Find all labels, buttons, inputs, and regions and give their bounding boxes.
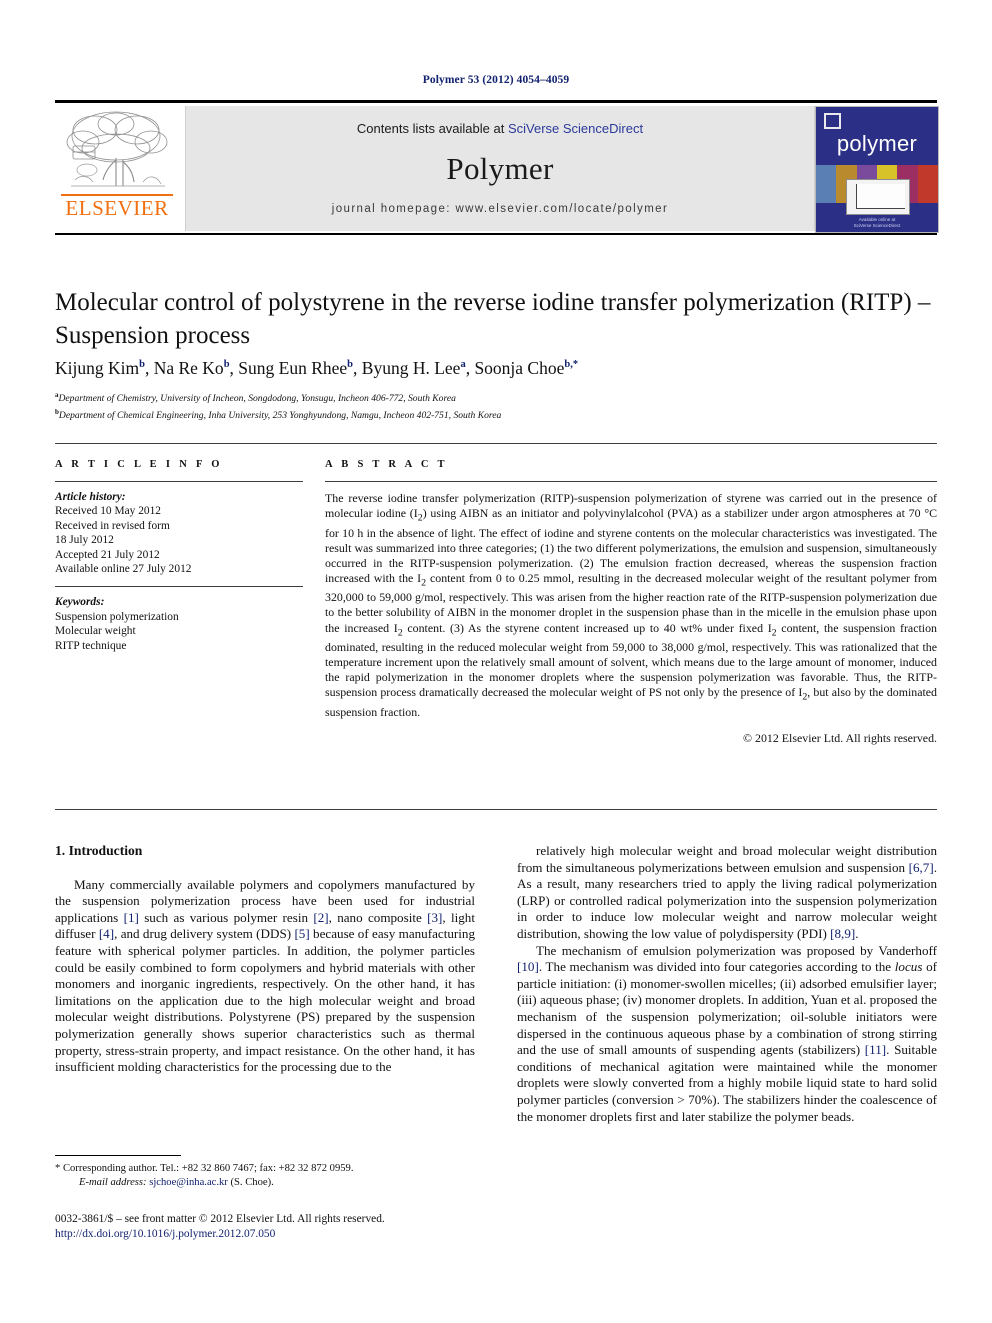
history-item: Accepted 21 July 2012	[55, 548, 160, 561]
journal-cover-image: polymer Available online at SciVerse Sci…	[815, 106, 939, 233]
author-name: Na Re Ko	[153, 358, 224, 378]
page-title: Molecular control of polystyrene in the …	[55, 289, 931, 349]
footnote-line-email: E-mail address: sjchoe@inha.ac.kr (S. Ch…	[55, 1176, 475, 1190]
abstract-text: The reverse iodine transfer polymerizati…	[325, 491, 938, 719]
journal-title: Polymer	[446, 151, 554, 186]
history-item: Received in revised form	[55, 519, 170, 532]
email-label: E-mail address:	[79, 1176, 147, 1188]
intro-paragraph-right-2: The mechanism of emulsion polymerization…	[517, 942, 938, 1124]
cover-footer-text: Available online at SciVerse ScienceDire…	[816, 217, 938, 229]
author-name: Kijung Kim	[55, 358, 140, 378]
paper-page: Polymer 53 (2012) 4054–4059 ELSEVIER Con…	[0, 0, 992, 1323]
corresponding-author-footnote: * Corresponding author. Tel.: +82 32 860…	[55, 1162, 475, 1189]
cover-footer-line2: SciVerse ScienceDirect	[853, 223, 901, 228]
cover-footer-line1: Available online at	[858, 217, 896, 222]
article-info-heading: A R T I C L E I N F O	[55, 459, 223, 470]
introduction-right-column: relatively high molecular weight and bro…	[517, 843, 937, 1125]
author-list: Kijung Kimb, Na Re Kob, Sung Eun Rheeb, …	[55, 358, 579, 378]
section-heading-introduction: 1. Introduction	[55, 843, 143, 858]
intro-paragraph-left: Many commercially available polymers and…	[55, 876, 475, 1075]
elsevier-wordmark: ELSEVIER	[65, 196, 169, 220]
history-item: Available online 27 July 2012	[55, 563, 192, 576]
issn-copyright-line: 0032-3861/$ – see front matter © 2012 El…	[55, 1213, 385, 1225]
keywords-block: Keywords: Suspension polymerization Mole…	[55, 595, 303, 653]
author-affiliation-mark: b	[347, 359, 354, 371]
footnote-line-contact: * Corresponding author. Tel.: +82 32 860…	[55, 1163, 354, 1174]
email-link[interactable]: sjchoe@inha.ac.kr	[149, 1177, 228, 1188]
keywords-rule	[55, 586, 303, 588]
keyword-item: Suspension polymerization	[55, 610, 179, 623]
elsevier-shield-icon	[824, 113, 841, 129]
history-item: Received 10 May 2012	[55, 505, 161, 518]
info-top-rule	[55, 443, 937, 444]
intro-paragraph-right-1: relatively high molecular weight and bro…	[517, 843, 937, 941]
banner-top-rule	[55, 100, 937, 103]
author-affiliation-mark: b,*	[564, 359, 579, 371]
article-info-column: A R T I C L E I N F O Article history: R…	[55, 459, 303, 653]
journal-banner: ELSEVIER Contents lists available at Sci…	[55, 100, 939, 236]
keyword-item: Molecular weight	[55, 625, 136, 638]
author-affiliation-mark: b	[139, 359, 145, 371]
banner-bottom-rule	[55, 233, 937, 235]
keywords-label: Keywords:	[55, 596, 105, 609]
email-suffix: (S. Choe).	[230, 1176, 274, 1188]
elsevier-tree-icon	[66, 111, 168, 187]
article-info-rule	[55, 481, 303, 482]
abstract-rule	[325, 481, 937, 482]
affiliation-item: aDepartment of Chemistry, University of …	[55, 391, 456, 405]
introduction-left-column: 1. Introduction Many commercially availa…	[55, 843, 475, 1076]
running-head: Polymer 53 (2012) 4054–4059	[422, 74, 570, 86]
doi-link[interactable]: http://dx.doi.org/10.1016/j.polymer.2012…	[55, 1227, 555, 1242]
author-affiliation-mark: b	[223, 359, 230, 371]
abstract-column: A B S T R A C T The reverse iodine trans…	[325, 459, 937, 746]
elsevier-logo: ELSEVIER	[55, 106, 179, 231]
author-name: Soonja Choe	[474, 358, 565, 378]
author-name: Byung H. Lee	[361, 358, 461, 378]
sciencedirect-link[interactable]: SciVerse ScienceDirect	[508, 121, 643, 136]
affiliation-list: aDepartment of Chemistry, University of …	[55, 389, 935, 422]
keyword-item: RITP technique	[55, 639, 127, 652]
author-name: Sung Eun Rhee	[238, 358, 348, 378]
history-item: 18 July 2012	[55, 534, 114, 547]
page-footer: 0032-3861/$ – see front matter © 2012 El…	[55, 1212, 555, 1242]
author-affiliation-mark: a	[460, 359, 466, 371]
cover-title: polymer	[836, 131, 918, 156]
abstract-heading: A B S T R A C T	[325, 459, 448, 470]
affiliation-item: bDepartment of Chemical Engineering, Inh…	[55, 407, 502, 421]
abstract-bottom-rule	[55, 809, 937, 810]
contents-available-line: Contents lists available at SciVerse Sci…	[186, 121, 814, 136]
cover-inset-figure	[846, 179, 910, 215]
affiliation-mark: a	[55, 391, 59, 399]
abstract-copyright: © 2012 Elsevier Ltd. All rights reserved…	[743, 730, 937, 745]
contents-prefix: Contents lists available at	[356, 121, 508, 136]
affiliation-mark: b	[55, 407, 59, 416]
article-history-block: Article history: Received 10 May 2012 Re…	[55, 490, 303, 576]
banner-center: Contents lists available at SciVerse Sci…	[185, 106, 815, 231]
article-history-label: Article history:	[55, 491, 126, 503]
footnote-rule	[55, 1155, 181, 1156]
journal-homepage[interactable]: journal homepage: www.elsevier.com/locat…	[186, 203, 814, 215]
